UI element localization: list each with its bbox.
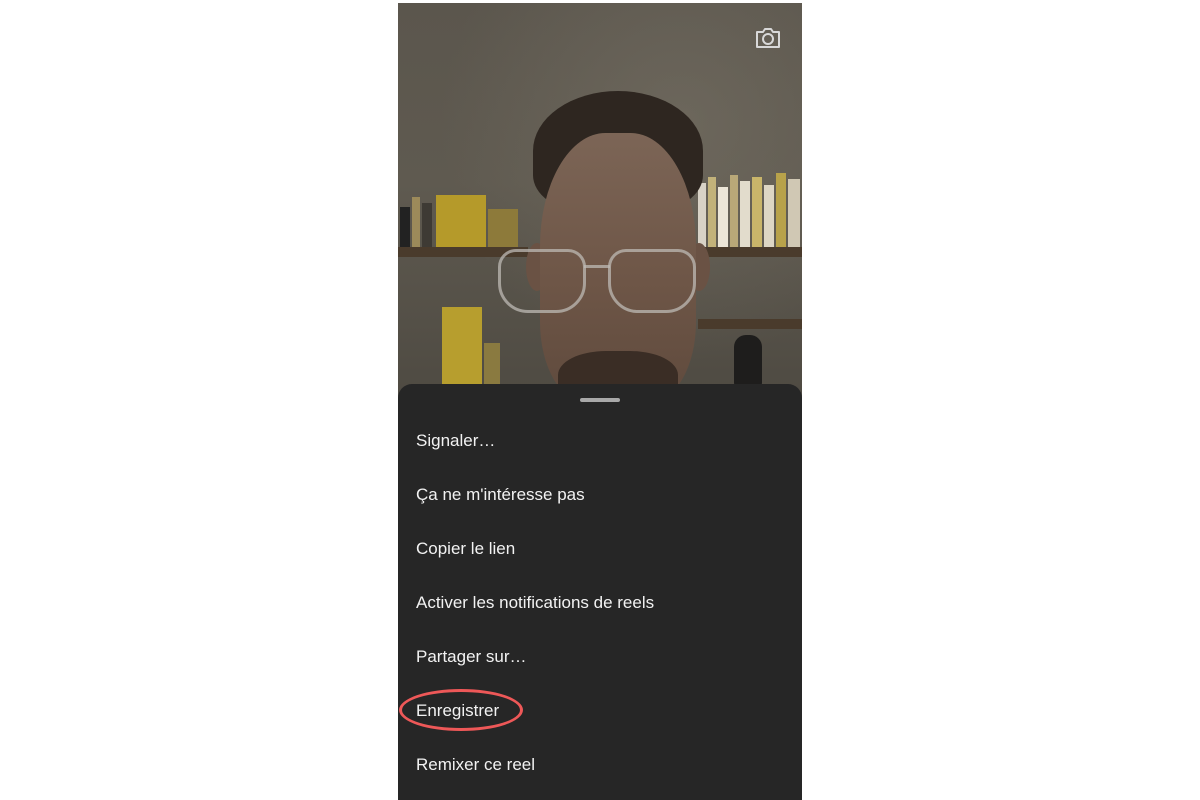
menu-item-label: Signaler… xyxy=(416,431,496,450)
menu-item-copy-link[interactable]: Copier le lien xyxy=(398,522,802,576)
menu-item-report[interactable]: Signaler… xyxy=(398,414,802,468)
menu-item-label: Ça ne m'intéresse pas xyxy=(416,485,585,504)
glasses-lens-left xyxy=(498,249,586,313)
menu-item-save[interactable]: Enregistrer xyxy=(398,684,802,738)
menu-item-label: Remixer ce reel xyxy=(416,755,536,774)
bookshelf-right-books xyxy=(698,171,802,247)
menu-item-label: Partager sur… xyxy=(416,647,527,666)
menu-item-remix[interactable]: Remixer ce reel xyxy=(398,738,802,792)
shelf-right-lower xyxy=(698,319,802,329)
menu-item-not-interested[interactable]: Ça ne m'intéresse pas xyxy=(398,468,802,522)
options-menu: Signaler… Ça ne m'intéresse pas Copier l… xyxy=(398,414,802,792)
menu-item-enable-notifications[interactable]: Activer les notifications de reels xyxy=(398,576,802,630)
menu-item-label: Activer les notifications de reels xyxy=(416,593,655,612)
phone-screen: Signaler… Ça ne m'intéresse pas Copier l… xyxy=(398,3,802,800)
shelf-right-upper xyxy=(698,247,802,257)
menu-item-label: Copier le lien xyxy=(416,539,516,558)
menu-item-label: Enregistrer xyxy=(416,701,500,720)
bookshelf-left-books xyxy=(400,188,520,247)
menu-item-share[interactable]: Partager sur… xyxy=(398,630,802,684)
figurine xyxy=(734,335,762,387)
glasses-lens-right xyxy=(608,249,696,313)
camera-icon[interactable] xyxy=(753,23,783,53)
glasses-bridge xyxy=(584,265,610,268)
options-bottom-sheet: Signaler… Ça ne m'intéresse pas Copier l… xyxy=(398,384,802,800)
reel-video-preview[interactable] xyxy=(398,3,802,403)
sheet-drag-handle[interactable] xyxy=(580,398,620,402)
camera-icon-glyph xyxy=(756,28,780,48)
